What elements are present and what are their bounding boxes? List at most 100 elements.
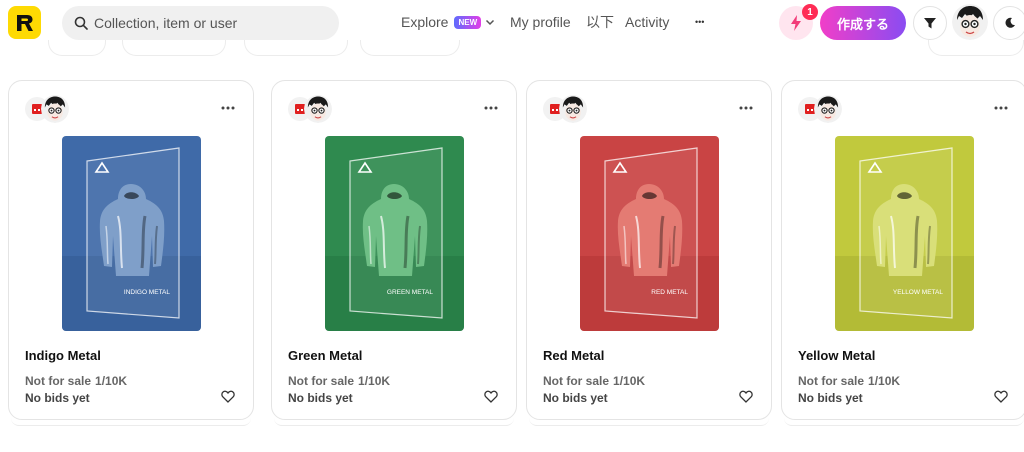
nft-artwork[interactable]: GREEN METAL bbox=[325, 136, 464, 331]
nav-below[interactable]: 以下 bbox=[586, 0, 614, 44]
more-dots-icon bbox=[739, 106, 753, 110]
card-bids-text: No bids yet bbox=[25, 391, 90, 405]
card-bids-text: No bids yet bbox=[543, 391, 608, 405]
like-button[interactable] bbox=[739, 390, 753, 408]
logo-r-icon bbox=[16, 14, 33, 31]
card-bids-text: No bids yet bbox=[798, 391, 863, 405]
heart-icon bbox=[994, 390, 1008, 403]
theme-toggle-button[interactable] bbox=[993, 6, 1024, 40]
edition-text: 1/10K bbox=[868, 374, 901, 388]
nft-artwork[interactable]: RED METAL bbox=[580, 136, 719, 331]
metal-hoodie-image: RED METAL bbox=[580, 136, 719, 331]
user-avatar[interactable] bbox=[952, 4, 988, 40]
card-more-button[interactable] bbox=[221, 97, 235, 113]
card-shadow-edge bbox=[11, 418, 251, 426]
card-sale-status: Not for sale 1/10K bbox=[543, 374, 645, 388]
creator-avatar[interactable] bbox=[41, 95, 69, 123]
card-sale-status: Not for sale 1/10K bbox=[288, 374, 390, 388]
card-shadow-edge bbox=[784, 418, 1024, 426]
create-button[interactable]: 作成する bbox=[820, 6, 906, 40]
like-button[interactable] bbox=[994, 390, 1008, 408]
avatar-face-icon bbox=[304, 95, 332, 123]
metal-hoodie-image: INDIGO METAL bbox=[62, 136, 201, 331]
nav-below-label: 以下 bbox=[586, 14, 614, 30]
creator-avatar[interactable] bbox=[304, 95, 332, 123]
filter-button[interactable] bbox=[913, 6, 947, 40]
new-badge: NEW bbox=[454, 15, 482, 29]
nft-artwork[interactable]: INDIGO METAL bbox=[62, 136, 201, 331]
card-title[interactable]: Yellow Metal bbox=[798, 348, 875, 363]
avatar-face-icon bbox=[952, 4, 988, 40]
card-more-button[interactable] bbox=[994, 97, 1008, 113]
card-title[interactable]: Indigo Metal bbox=[25, 348, 101, 363]
card-shadow-edge bbox=[274, 418, 514, 426]
sale-status-text: Not for sale bbox=[543, 374, 610, 388]
card-owners[interactable] bbox=[25, 95, 71, 123]
more-dots-icon bbox=[994, 106, 1008, 110]
nav-explore[interactable]: Explore NEW bbox=[401, 0, 495, 44]
card-more-button[interactable] bbox=[739, 97, 753, 113]
card-sale-status: Not for sale 1/10K bbox=[798, 374, 900, 388]
card-title[interactable]: Green Metal bbox=[288, 348, 362, 363]
chevron-down-icon bbox=[485, 17, 495, 27]
nav-my-profile-label: My profile bbox=[510, 14, 571, 30]
edition-text: 1/10K bbox=[358, 374, 391, 388]
heart-icon bbox=[484, 390, 498, 403]
sale-status-text: Not for sale bbox=[288, 374, 355, 388]
metal-hoodie-image: YELLOW METAL bbox=[835, 136, 974, 331]
card-edge-above bbox=[48, 40, 106, 56]
metal-hoodie-image: GREEN METAL bbox=[325, 136, 464, 331]
nav-explore-label: Explore bbox=[401, 14, 449, 30]
card-sale-status: Not for sale 1/10K bbox=[25, 374, 127, 388]
funnel-icon bbox=[924, 18, 936, 29]
card-title[interactable]: Red Metal bbox=[543, 348, 604, 363]
nft-card[interactable]: INDIGO METAL Indigo Metal Not for sale 1/… bbox=[8, 80, 254, 420]
search-icon bbox=[74, 16, 88, 30]
sale-status-text: Not for sale bbox=[798, 374, 865, 388]
nav-more-button[interactable]: ••• bbox=[695, 0, 704, 44]
moon-icon bbox=[1005, 17, 1015, 28]
avatar-face-icon bbox=[559, 95, 587, 123]
nav-my-profile[interactable]: My profile bbox=[510, 0, 571, 44]
card-owners[interactable] bbox=[798, 95, 844, 123]
lightning-icon bbox=[791, 15, 801, 31]
card-owners[interactable] bbox=[288, 95, 334, 123]
card-edge-above bbox=[122, 40, 226, 56]
more-dots-icon bbox=[221, 106, 235, 110]
like-button[interactable] bbox=[221, 390, 235, 408]
creator-avatar[interactable] bbox=[814, 95, 842, 123]
svg-text:GREEN METAL: GREEN METAL bbox=[387, 289, 433, 296]
avatar-face-icon bbox=[814, 95, 842, 123]
svg-text:INDIGO METAL: INDIGO METAL bbox=[124, 289, 170, 296]
search-input[interactable] bbox=[94, 15, 324, 31]
avatar-face-icon bbox=[41, 95, 69, 123]
nft-card[interactable]: YELLOW METAL Yellow Metal Not for sale 1/… bbox=[781, 80, 1024, 420]
nav-activity[interactable]: Activity bbox=[625, 0, 669, 44]
card-owners[interactable] bbox=[543, 95, 589, 123]
more-dots-icon bbox=[484, 106, 498, 110]
card-edge-above bbox=[244, 40, 348, 56]
nft-card[interactable]: RED METAL Red Metal Not for sale 1/10K No… bbox=[526, 80, 772, 420]
nft-card[interactable]: GREEN METAL Green Metal Not for sale 1/10… bbox=[271, 80, 517, 420]
like-button[interactable] bbox=[484, 390, 498, 408]
card-bids-text: No bids yet bbox=[288, 391, 353, 405]
edition-text: 1/10K bbox=[95, 374, 128, 388]
create-button-label: 作成する bbox=[836, 16, 889, 32]
edition-text: 1/10K bbox=[613, 374, 646, 388]
svg-text:YELLOW METAL: YELLOW METAL bbox=[893, 289, 943, 296]
more-dots-icon: ••• bbox=[695, 17, 705, 27]
rarible-logo[interactable] bbox=[8, 6, 41, 39]
heart-icon bbox=[221, 390, 235, 403]
card-edge-above bbox=[928, 40, 1024, 56]
heart-icon bbox=[739, 390, 753, 403]
card-more-button[interactable] bbox=[484, 97, 498, 113]
search-bar[interactable] bbox=[62, 6, 339, 40]
svg-text:RED METAL: RED METAL bbox=[651, 289, 688, 296]
nav-activity-label: Activity bbox=[625, 14, 670, 30]
card-shadow-edge bbox=[529, 418, 769, 426]
creator-avatar[interactable] bbox=[559, 95, 587, 123]
card-edge-above bbox=[360, 40, 460, 56]
notification-count-badge: 1 bbox=[802, 4, 818, 20]
sale-status-text: Not for sale bbox=[25, 374, 92, 388]
nft-artwork[interactable]: YELLOW METAL bbox=[835, 136, 974, 331]
